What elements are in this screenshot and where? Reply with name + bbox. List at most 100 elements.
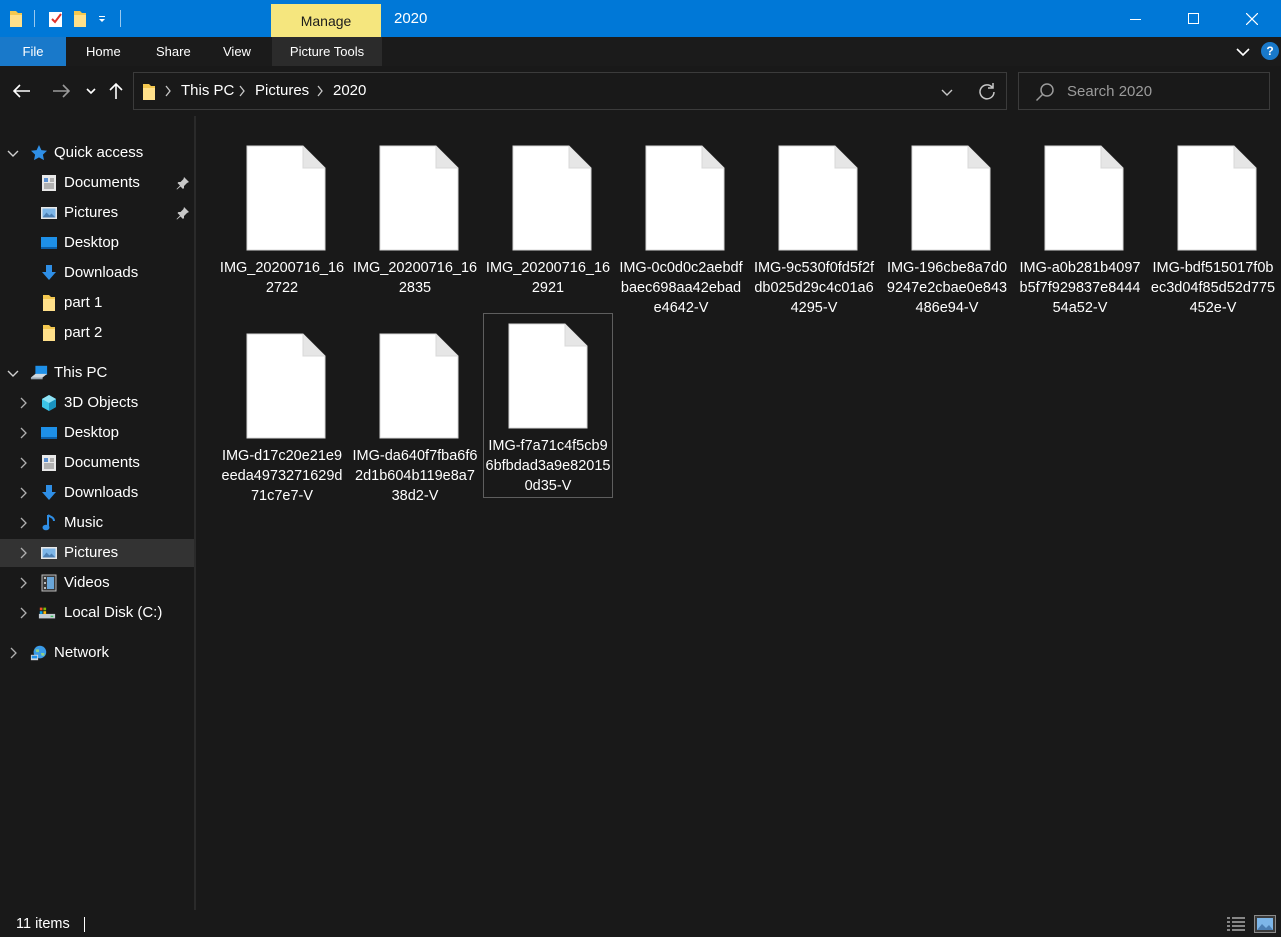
file-icon [645,145,725,255]
file-item[interactable]: IMG-da640f7fba6f62d1b604b119e8a738d2-V [350,313,480,504]
properties-icon[interactable] [48,0,64,37]
pin-icon[interactable] [176,205,190,224]
chevron-right-icon[interactable] [16,516,30,530]
search-box[interactable] [1018,72,1270,110]
address-bar[interactable]: This PC Pictures 2020 [133,72,1007,110]
details-view-button[interactable] [1226,916,1246,936]
sidebar-item-this-pc[interactable]: This PC [0,359,194,387]
chevron-right-icon[interactable] [16,396,30,410]
chevron-right-icon[interactable] [16,576,30,590]
sidebar-item-qa-part-1[interactable]: part 1 [0,289,194,317]
sidebar-label: This PC [54,364,108,381]
breadcrumb-2020[interactable]: 2020 [333,73,366,109]
chevron-right-icon[interactable] [16,546,30,560]
tab-picture-tools[interactable]: Picture Tools [272,37,382,66]
file-item[interactable]: IMG-9c530f0fd5f2fdb025d29c4c01a64295-V [749,125,879,316]
breadcrumb-this-pc[interactable]: This PC [181,73,234,109]
address-dropdown-chevron-icon[interactable] [940,84,954,103]
recent-locations-chevron-icon[interactable] [83,66,99,116]
file-item-focused[interactable]: IMG-f7a71c4f5cb96bfbdad3a9e820150d35-V [483,313,613,498]
ribbon-tabs: File Home Share View Picture Tools [0,37,1281,66]
sidebar-item-desktop[interactable]: Desktop [0,419,194,447]
expand-ribbon-chevron-icon[interactable] [1236,44,1250,63]
folder-icon [9,0,23,37]
file-name: IMG-9c530f0fd5f2fdb025d29c4c01a64295-V [753,260,875,316]
search-input[interactable] [1067,77,1263,105]
file-item[interactable]: IMG-196cbe8a7d09247e2cbae0e843486e94-V [882,125,1012,316]
sidebar-item-qa-downloads[interactable]: Downloads [0,259,194,287]
chevron-down-icon[interactable] [6,366,20,380]
sidebar-label: Quick access [54,144,144,161]
this-pc-icon [30,364,48,382]
close-button[interactable] [1229,0,1275,37]
breadcrumb-chevron-icon[interactable] [316,85,324,100]
sidebar-item-local-disk[interactable]: Local Disk (C:) [0,599,194,627]
chevron-right-icon[interactable] [6,646,20,660]
file-name: IMG-bdf515017f0bec3d04f85d52d775452e-V [1150,260,1276,316]
folder-icon [40,324,58,342]
tab-share[interactable]: Share [156,37,191,66]
sidebar-label: Downloads [64,264,139,281]
chevron-right-icon[interactable] [16,426,30,440]
maximize-button[interactable] [1171,0,1217,37]
manage-contextual-tab[interactable]: Manage [271,4,381,37]
sidebar-label: Pictures [64,204,119,221]
sidebar-label: part 2 [64,324,103,341]
file-list: IMG_20200716_162722 IMG_20200716_162835 … [196,116,1281,910]
sidebar-item-qa-desktop[interactable]: Desktop [0,229,194,257]
tab-file[interactable]: File [0,37,66,66]
tab-view[interactable]: View [223,37,251,66]
sidebar-item-downloads[interactable]: Downloads [0,479,194,507]
back-button[interactable] [8,66,36,116]
desktop-icon [40,234,58,252]
file-item[interactable]: IMG-a0b281b4097b5f7f929837e844454a52-V [1015,125,1145,316]
sidebar-label: Local Disk (C:) [64,604,163,621]
sidebar-item-music[interactable]: Music [0,509,194,537]
tab-home[interactable]: Home [86,37,121,66]
chevron-right-icon[interactable] [16,456,30,470]
chevron-down-icon[interactable] [6,146,20,160]
sidebar-item-videos[interactable]: Videos [0,569,194,597]
file-item[interactable]: IMG_20200716_162921 [483,125,613,310]
sidebar-item-documents[interactable]: Documents [0,449,194,477]
file-icon [508,323,588,433]
forward-button[interactable] [47,66,75,116]
downloads-icon [40,484,58,502]
file-icon [512,145,592,255]
sidebar-item-qa-documents[interactable]: Documents [0,169,194,197]
pin-icon[interactable] [176,175,190,194]
new-folder-icon[interactable] [73,0,87,37]
file-icon [911,145,991,255]
file-name: IMG_20200716_162835 [352,260,478,296]
refresh-icon[interactable] [977,81,997,105]
file-name: IMG-196cbe8a7d09247e2cbae0e843486e94-V [886,260,1008,316]
file-item[interactable]: IMG_20200716_162722 [217,125,347,310]
sidebar-label: Videos [64,574,110,591]
file-name: IMG_20200716_162722 [219,260,345,296]
sidebar-item-pictures[interactable]: Pictures [0,539,194,567]
chevron-right-icon[interactable] [16,606,30,620]
breadcrumb-pictures[interactable]: Pictures [255,73,309,109]
file-icon [246,145,326,255]
sidebar-item-quick-access[interactable]: Quick access [0,139,194,167]
file-item[interactable]: IMG_20200716_162835 [350,125,480,310]
file-icon [379,145,459,255]
music-icon [40,514,58,532]
file-item[interactable]: IMG-0c0d0c2aebdfbaec698aa42ebade4642-V [616,125,746,316]
sidebar-item-qa-pictures[interactable]: Pictures [0,199,194,227]
minimize-button[interactable] [1113,0,1159,37]
large-icons-view-button[interactable] [1254,915,1276,937]
search-icon [1035,82,1055,106]
sidebar-item-qa-part-2[interactable]: part 2 [0,319,194,347]
help-icon[interactable]: ? [1261,42,1279,60]
up-button[interactable] [104,66,128,116]
breadcrumb-chevron-icon[interactable] [238,85,246,100]
breadcrumb-chevron-icon[interactable] [164,85,172,100]
file-item[interactable]: IMG-d17c20e21e9eeda4973271629d71c7e7-V [217,313,347,504]
file-item[interactable]: IMG-bdf515017f0bec3d04f85d52d775452e-V [1148,125,1278,316]
sidebar-item-3d-objects[interactable]: 3D Objects [0,389,194,417]
file-name: IMG-0c0d0c2aebdfbaec698aa42ebade4642-V [619,260,743,316]
sidebar-item-network[interactable]: Network [0,639,194,667]
customize-quick-access-icon[interactable] [97,0,107,37]
chevron-right-icon[interactable] [16,486,30,500]
